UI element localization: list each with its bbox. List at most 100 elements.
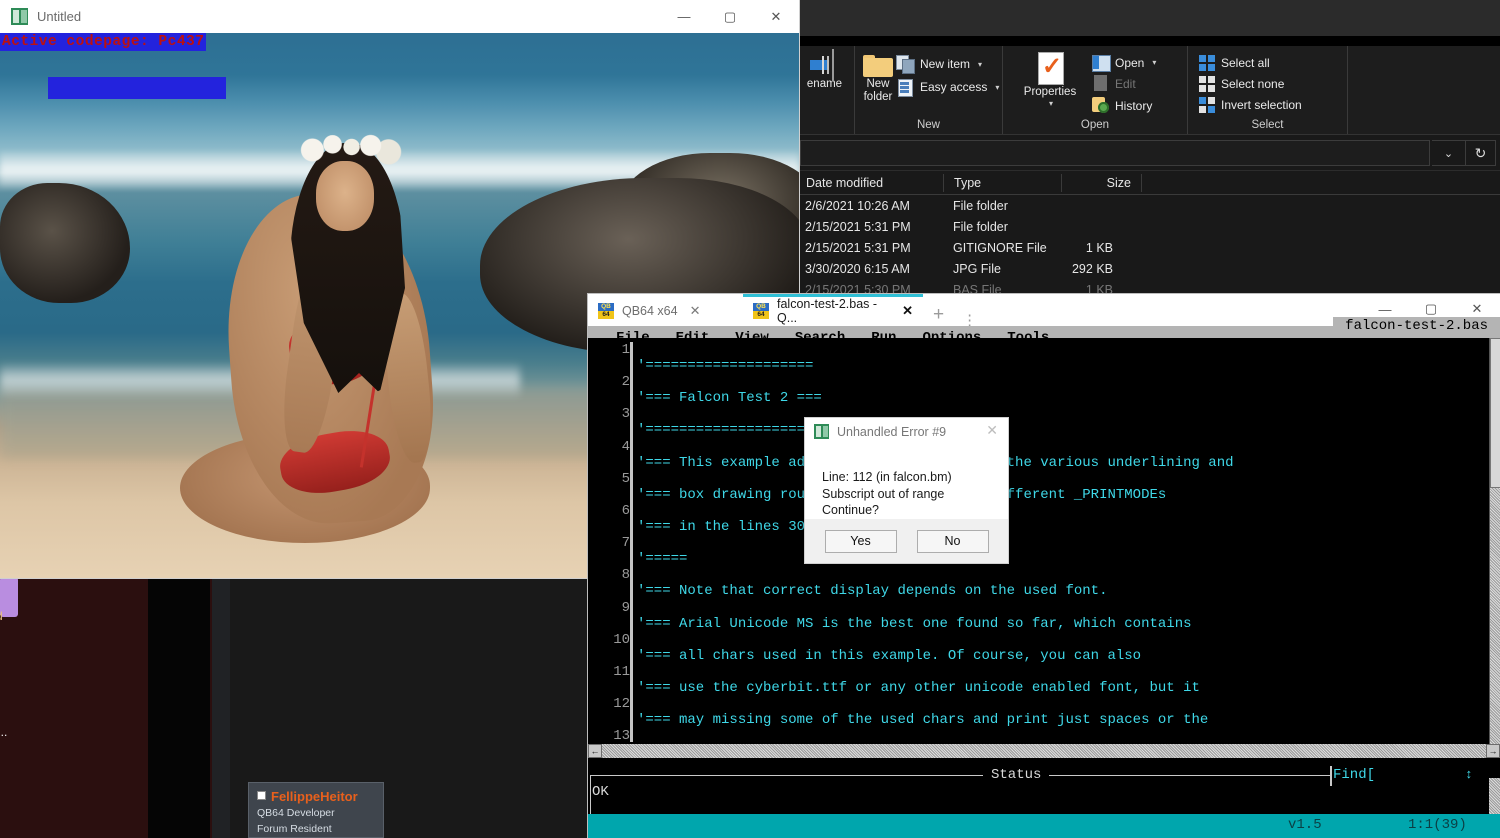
rename-button[interactable]: ename — [803, 52, 846, 91]
maximize-icon[interactable]: ▢ — [707, 0, 753, 33]
open-icon — [1092, 55, 1111, 72]
properties-button[interactable]: Properties ▾ — [1011, 52, 1089, 108]
error-line-1: Line: 112 (in falcon.bm) — [822, 470, 952, 484]
chevron-down-icon: ▾ — [1048, 99, 1053, 109]
code-line: '=== may missing some of the used chars … — [637, 712, 1209, 729]
forum-user-name-row: FellippeHeitor — [257, 789, 375, 804]
code-line: '=== box drawing routines, as well as th… — [637, 486, 1167, 503]
error-dialog-title: Unhandled Error #9 — [837, 424, 947, 439]
address-input[interactable] — [800, 140, 1430, 166]
tab-menu-icon[interactable]: ⋮ — [954, 313, 985, 327]
code-line: '=== Arial Unicode MS is the best one fo… — [637, 615, 1192, 632]
subject-face — [316, 161, 374, 231]
line-number: 6 — [621, 502, 630, 519]
easy-access-button[interactable]: Easy access ▾ — [893, 77, 1002, 97]
select-none-button[interactable]: Select none — [1196, 75, 1305, 93]
forum-user-role-1: QB64 Developer — [257, 807, 335, 819]
new-item-label: New item — [920, 57, 971, 71]
code-text-area[interactable]: '==================== '=== Falcon Test 2… — [633, 338, 1500, 744]
rename-label: ename — [806, 78, 843, 90]
tab-falcon-test-2[interactable]: falcon-test-2.bas - Q... ✕ — [743, 294, 923, 326]
table-row[interactable]: 3/30/2020 6:15 AM JPG File 292 KB — [795, 258, 1500, 279]
find-field[interactable]: Find[ — [1333, 767, 1375, 783]
output-window-titlebar[interactable]: Untitled — ▢ ✕ — [0, 0, 799, 33]
output-window-title: Untitled — [37, 9, 82, 24]
select-all-label: Select all — [1221, 56, 1270, 70]
qb64-icon — [598, 303, 614, 319]
error-line-2: Subscript out of range — [822, 486, 945, 501]
close-icon[interactable]: ✕ — [753, 0, 799, 33]
line-number-gutter: 1 2 3 4 5 6 7 8 9 10 11 12 13 14 15 16 1… — [588, 338, 630, 838]
column-header-type[interactable]: Type — [943, 173, 1061, 192]
line-number: 9 — [621, 599, 630, 616]
row-type: GITIGNORE File — [953, 240, 1047, 255]
code-line: '=== Falcon Test 2 === — [637, 390, 822, 407]
line-number: 5 — [621, 470, 630, 487]
photo-subject — [140, 103, 520, 578]
edit-button[interactable]: Edit — [1089, 74, 1159, 93]
chevron-down-icon: ▾ — [1152, 58, 1157, 67]
tab-label: QB64 x64 — [622, 304, 678, 318]
scroll-right-icon[interactable]: → — [1486, 744, 1500, 758]
edit-label: Edit — [1115, 76, 1136, 91]
find-updown-icon[interactable]: ↕ — [1465, 767, 1473, 782]
error-line-3: Continue? — [822, 503, 879, 517]
status-panel-label: Status — [983, 767, 1050, 783]
close-icon[interactable]: ✕ — [986, 422, 998, 439]
rename-icon — [809, 52, 840, 78]
chevron-down-icon[interactable]: ⌄ — [1432, 140, 1466, 166]
row-size: 1 KB — [1085, 240, 1113, 255]
table-row[interactable]: 2/6/2021 10:26 AM File folder — [795, 195, 1500, 216]
qb64-code-editor[interactable]: 1 2 3 4 5 6 7 8 9 10 11 12 13 14 15 16 1… — [588, 338, 1500, 838]
forum-signature-widget: FellippeHeitor QB64 Developer Forum Resi… — [248, 782, 384, 838]
error-dialog-titlebar[interactable]: Unhandled Error #9 ✕ — [805, 418, 1008, 445]
code-line: '=== This example additionally demonstra… — [637, 454, 1234, 471]
line-number: 13 — [613, 728, 630, 745]
scrollbar-thumb[interactable] — [1490, 338, 1500, 488]
table-row[interactable]: 2/15/2021 5:31 PM File folder — [795, 216, 1500, 237]
column-header-date[interactable]: Date modified — [795, 173, 943, 192]
invert-selection-button[interactable]: Invert selection — [1196, 96, 1305, 114]
forum-avatar-block — [0, 577, 18, 617]
qb64-bottom-bar: v1.5 1:1(39) — [588, 814, 1500, 838]
forum-user-role-2: Forum Resident — [257, 823, 332, 836]
column-header-size[interactable]: Size — [1061, 173, 1141, 192]
minimize-icon[interactable]: — — [661, 0, 707, 33]
new-folder-label-2: folder — [863, 91, 893, 104]
table-row[interactable]: 2/15/2021 5:31 PM GITIGNORE File 1 KB — [795, 237, 1500, 258]
qb64-status-panel: Status Find[ ↕ OK — [588, 758, 1500, 815]
output-window-controls: — ▢ ✕ — [661, 0, 799, 33]
new-folder-button[interactable]: New folder — [863, 52, 893, 104]
refresh-icon[interactable]: ↻ — [1466, 140, 1496, 166]
ribbon-group-label-open: Open — [1080, 119, 1110, 131]
editor-vertical-scrollbar[interactable] — [1489, 338, 1500, 744]
select-all-button[interactable]: Select all — [1196, 54, 1305, 72]
history-button[interactable]: History — [1089, 96, 1159, 115]
forum-user-name: FellippeHeitor — [271, 789, 358, 804]
line-number: 11 — [613, 663, 630, 680]
close-icon[interactable]: ✕ — [690, 303, 701, 319]
error-dialog-footer: Yes No — [805, 519, 1008, 563]
status-vertical-scrollbar[interactable] — [1489, 778, 1500, 814]
editor-horizontal-scrollbar[interactable]: ← → — [588, 744, 1500, 758]
ribbon-group-new: New folder New item ▾ Easy access ▾ New — [855, 46, 1003, 134]
status-divider — [590, 775, 1330, 776]
easy-access-label: Easy access — [920, 80, 988, 94]
code-line: '=== all chars used in this example. Of … — [637, 647, 1142, 664]
open-file-tab[interactable]: falcon-test-2.bas — [1333, 317, 1500, 338]
qb64-output-icon — [814, 424, 829, 439]
tab-qb64-x64[interactable]: QB64 x64 ✕ — [588, 296, 743, 326]
new-item-icon — [896, 55, 915, 74]
line-number: 7 — [621, 535, 630, 552]
open-button[interactable]: Open ▾ — [1089, 54, 1159, 72]
code-line: '=== use the cyberbit.ttf or any other u… — [637, 679, 1200, 696]
version-label: v1.5 — [1288, 817, 1322, 833]
column-header-end[interactable] — [1141, 173, 1171, 192]
yes-button[interactable]: Yes — [824, 529, 897, 553]
close-icon[interactable]: ✕ — [902, 303, 913, 319]
new-tab-icon[interactable]: + — [923, 304, 954, 326]
scroll-left-icon[interactable]: ← — [588, 744, 602, 758]
new-item-button[interactable]: New item ▾ — [893, 54, 1002, 74]
no-button[interactable]: No — [916, 529, 989, 553]
checkbox-icon[interactable] — [257, 791, 266, 800]
